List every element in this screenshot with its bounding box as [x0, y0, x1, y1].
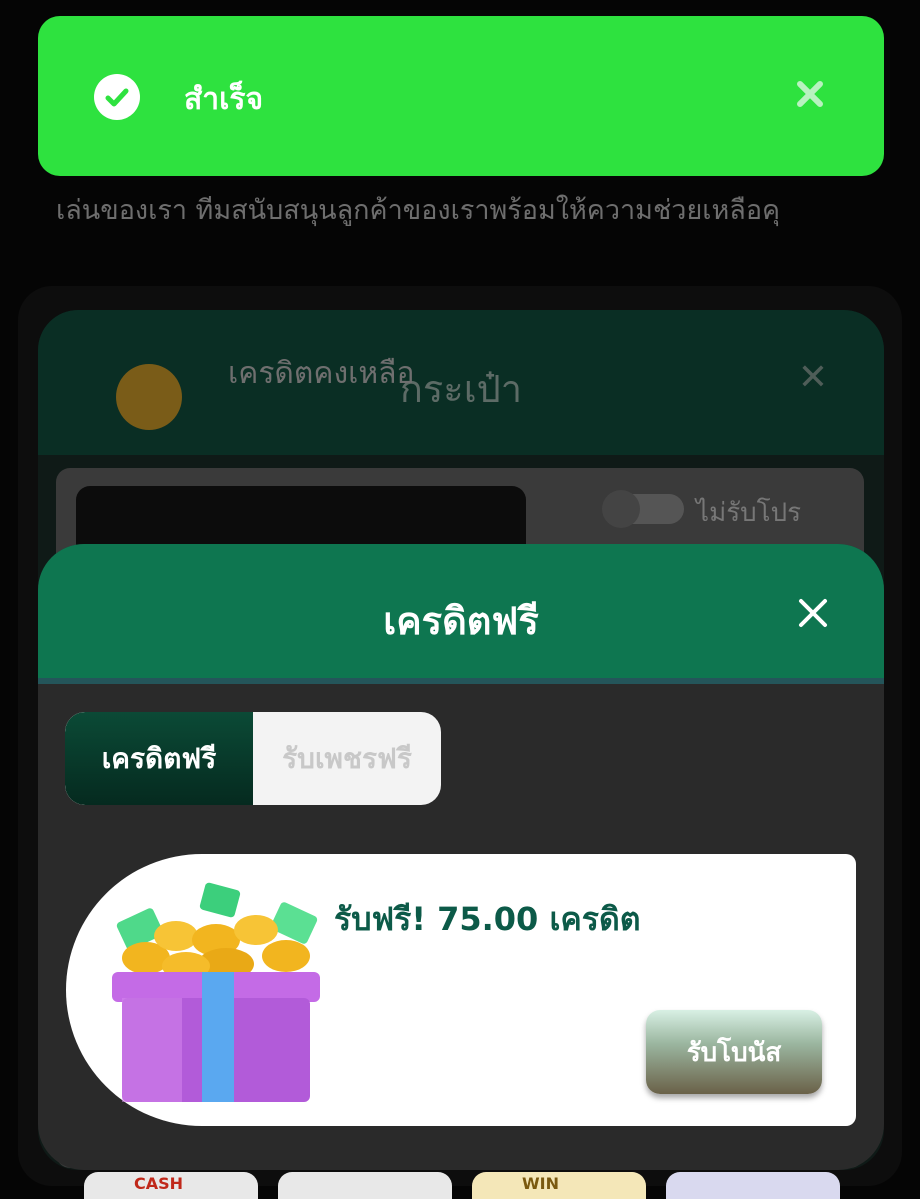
- close-icon[interactable]: [792, 592, 834, 634]
- game-thumbnail[interactable]: [278, 1172, 452, 1199]
- credit-tabs: เครดิตฟรี รับเพชรฟรี: [65, 712, 441, 805]
- thumbnail-label: WIN: [522, 1174, 559, 1193]
- wallet-close-icon[interactable]: ✕: [798, 358, 828, 398]
- toast-close-icon[interactable]: [792, 76, 828, 112]
- thumbnail-label: CASH: [134, 1174, 184, 1193]
- game-thumbnails: CASH WIN: [84, 1172, 844, 1199]
- free-credit-modal: เครดิตฟรี เครดิตฟรี รับเพชรฟรี รับฟรี! 7…: [38, 544, 884, 1170]
- bonus-card: รับฟรี! 75.00 เครดิต รับโบนัส: [66, 854, 856, 1126]
- wallet-credit-label: เครดิตคงเหลือ: [228, 356, 415, 391]
- toast-message: สำเร็จ: [184, 82, 264, 117]
- promo-toggle[interactable]: [602, 490, 684, 528]
- promo-toggle-label: ไม่รับโปร: [696, 498, 802, 528]
- background-text: ู่เล่นของเรา ทีมสนับสนุนลูกค้าของเราพร้อ…: [56, 195, 781, 226]
- game-thumbnail[interactable]: CASH: [84, 1172, 258, 1199]
- game-thumbnail[interactable]: WIN: [472, 1172, 646, 1199]
- game-thumbnail[interactable]: [666, 1172, 840, 1199]
- coin-icon: [116, 364, 182, 430]
- success-toast: สำเร็จ: [38, 16, 884, 176]
- check-circle-icon: [94, 74, 140, 120]
- gift-box-icon: [112, 882, 320, 1102]
- free-credit-header: เครดิตฟรี: [38, 544, 884, 684]
- claim-bonus-button[interactable]: รับโบนัส: [646, 1010, 822, 1094]
- tab-free-diamonds[interactable]: รับเพชรฟรี: [253, 712, 441, 805]
- bonus-amount-text: รับฟรี! 75.00 เครดิต: [334, 900, 641, 938]
- tab-free-credit[interactable]: เครดิตฟรี: [65, 712, 253, 805]
- free-credit-title: เครดิตฟรี: [383, 599, 539, 643]
